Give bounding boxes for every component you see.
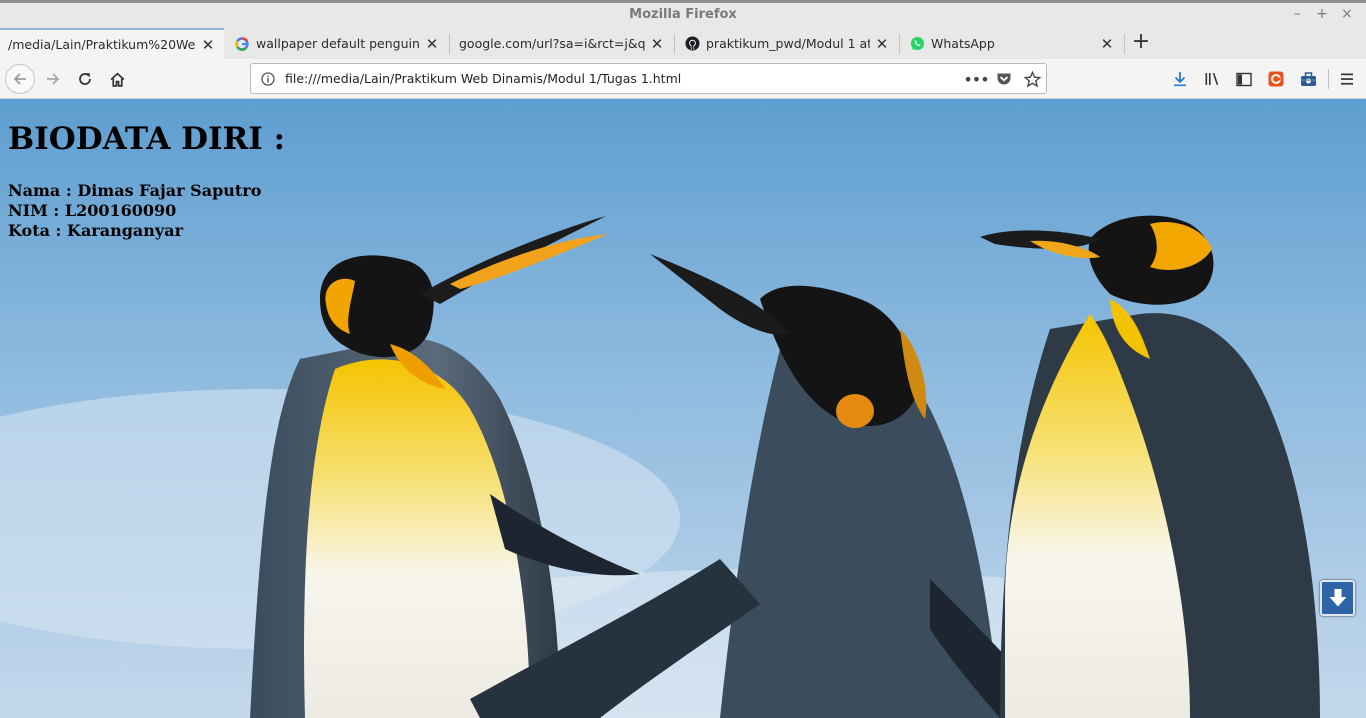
back-button[interactable] xyxy=(5,64,35,94)
reload-icon xyxy=(79,73,91,85)
google-icon xyxy=(234,36,250,52)
page-actions-icon[interactable]: ••• xyxy=(963,70,989,89)
new-tab-button[interactable]: + xyxy=(1128,28,1154,58)
arrow-down-icon xyxy=(1329,589,1346,607)
tab-whatsapp[interactable]: WhatsApp ✕ xyxy=(901,28,1123,59)
tab-close-icon[interactable]: ✕ xyxy=(874,35,890,53)
tab-label: WhatsApp xyxy=(931,36,995,51)
tab-label: google.com/url?sa=i&rct=j&q=&e xyxy=(459,36,645,51)
arrow-left-icon xyxy=(13,73,26,85)
tab-separator xyxy=(1124,34,1125,54)
pocket-icon[interactable] xyxy=(995,70,1013,88)
sidebar-toggle-icon[interactable] xyxy=(1235,70,1253,88)
arrow-right-icon xyxy=(47,73,60,85)
tab-close-icon[interactable]: ✕ xyxy=(1099,35,1115,53)
forward-button[interactable] xyxy=(38,64,68,94)
bookmark-star-icon[interactable] xyxy=(1023,70,1041,88)
window-titlebar: Mozilla Firefox – + × xyxy=(0,0,1366,28)
reload-button[interactable] xyxy=(70,64,100,94)
whatsapp-icon xyxy=(909,36,925,52)
tab-strip: /media/Lain/Praktikum%20Web% ✕ wallpaper… xyxy=(0,28,1366,59)
maximize-icon[interactable]: + xyxy=(1313,6,1331,22)
info-icon[interactable] xyxy=(259,70,277,88)
window-title: Mozilla Firefox xyxy=(629,7,737,22)
tab-label: wallpaper default penguin win xyxy=(256,36,420,51)
home-icon xyxy=(110,72,124,87)
tab-tugas-1[interactable]: /media/Lain/Praktikum%20Web% ✕ xyxy=(0,28,224,59)
biodata-list: Nama : Dimas Fajar Saputro NIM : L200160… xyxy=(8,181,261,241)
page-heading: BIODATA DIRI : xyxy=(8,121,286,157)
ublock-extension-icon[interactable] xyxy=(1267,70,1285,88)
minimize-icon[interactable]: – xyxy=(1288,6,1306,22)
downloads-icon[interactable] xyxy=(1171,70,1189,88)
tab-github[interactable]: praktikum_pwd/Modul 1 at ma ✕ xyxy=(676,28,898,59)
page-content: BIODATA DIRI : Nama : Dimas Fajar Saputr… xyxy=(0,99,1366,718)
address-bar[interactable]: file:///media/Lain/Praktikum Web Dinamis… xyxy=(250,63,1047,94)
tab-google-url[interactable]: google.com/url?sa=i&rct=j&q=&e ✕ xyxy=(451,28,673,59)
biodata-name: Nama : Dimas Fajar Saputro xyxy=(8,181,262,200)
tab-wallpaper-search[interactable]: wallpaper default penguin win ✕ xyxy=(226,28,448,59)
navigation-toolbar: file:///media/Lain/Praktikum Web Dinamis… xyxy=(0,59,1366,99)
tab-separator xyxy=(674,34,675,54)
biodata-city: Kota : Karanganyar xyxy=(8,221,184,240)
tab-close-icon[interactable]: ✕ xyxy=(200,36,216,54)
download-float-button[interactable] xyxy=(1320,580,1355,616)
toolbar-separator xyxy=(1328,69,1329,89)
tab-label: /media/Lain/Praktikum%20Web% xyxy=(8,37,196,52)
hamburger-menu-icon[interactable] xyxy=(1338,70,1356,88)
close-window-icon[interactable]: × xyxy=(1338,6,1356,22)
library-icon[interactable] xyxy=(1203,70,1221,88)
url-text: file:///media/Lain/Praktikum Web Dinamis… xyxy=(285,71,682,86)
home-button[interactable] xyxy=(102,64,132,94)
github-icon xyxy=(684,36,700,52)
tab-close-icon[interactable]: ✕ xyxy=(424,35,440,53)
tab-close-icon[interactable]: ✕ xyxy=(649,35,665,53)
tab-label: praktikum_pwd/Modul 1 at ma xyxy=(706,36,870,51)
biodata-nim: NIM : L200160090 xyxy=(8,201,177,220)
extension-icon[interactable] xyxy=(1299,70,1317,88)
tab-separator xyxy=(899,34,900,54)
tab-separator xyxy=(449,34,450,54)
